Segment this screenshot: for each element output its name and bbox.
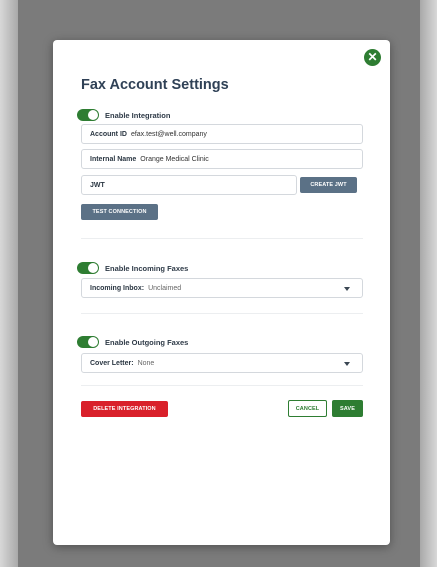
toggle-knob [88, 263, 98, 273]
enable-outgoing-label: Enable Outgoing Faxes [105, 337, 189, 347]
save-button[interactable]: SAVE [332, 400, 363, 417]
enable-incoming-row: Enable Incoming Faxes [77, 262, 188, 274]
internal-name-label: Internal Name [90, 155, 137, 163]
cover-letter-label: Cover Letter: [90, 359, 134, 367]
section-divider [81, 385, 363, 386]
incoming-inbox-select[interactable]: Incoming Inbox: Unclaimed [81, 278, 363, 298]
incoming-inbox-value: Unclaimed [148, 284, 182, 292]
enable-incoming-label: Enable Incoming Faxes [105, 263, 189, 273]
delete-integration-button[interactable]: DELETE INTEGRATION [81, 401, 168, 417]
enable-integration-label: Enable Integration [105, 110, 171, 120]
close-icon[interactable]: ✕ [364, 49, 381, 66]
create-jwt-button[interactable]: CREATE JWT [300, 177, 357, 193]
toggle-knob [88, 337, 98, 347]
enable-outgoing-toggle[interactable] [77, 336, 99, 348]
fax-settings-modal: ✕ Fax Account Settings Enable Integratio… [53, 40, 390, 545]
account-id-field[interactable]: Account ID efax.test@well.company [81, 124, 363, 144]
section-divider [81, 238, 363, 239]
chevron-down-icon [344, 362, 350, 366]
internal-name-value: Orange Medical Clinic [140, 155, 209, 163]
enable-integration-toggle[interactable] [77, 109, 99, 121]
enable-incoming-toggle[interactable] [77, 262, 99, 274]
account-id-value: efax.test@well.company [130, 130, 207, 138]
toggle-knob [88, 110, 98, 120]
cover-letter-value: None [137, 359, 155, 367]
backdrop-edge-left [0, 0, 18, 567]
page-title: Fax Account Settings [81, 77, 229, 93]
cover-letter-select[interactable]: Cover Letter: None [81, 353, 363, 373]
test-connection-button[interactable]: TEST CONNECTION [81, 204, 158, 220]
jwt-value: JWT [90, 181, 105, 189]
backdrop-edge-right [420, 0, 437, 567]
chevron-down-icon [344, 287, 350, 291]
jwt-field[interactable]: JWT [81, 175, 297, 195]
enable-integration-row: Enable Integration [77, 109, 170, 121]
enable-outgoing-row: Enable Outgoing Faxes [77, 336, 188, 348]
internal-name-field[interactable]: Internal Name Orange Medical Clinic [81, 149, 363, 169]
cancel-button[interactable]: CANCEL [288, 400, 327, 417]
section-divider [81, 313, 363, 314]
account-id-label: Account ID [90, 130, 127, 138]
incoming-inbox-label: Incoming Inbox: [90, 284, 145, 292]
